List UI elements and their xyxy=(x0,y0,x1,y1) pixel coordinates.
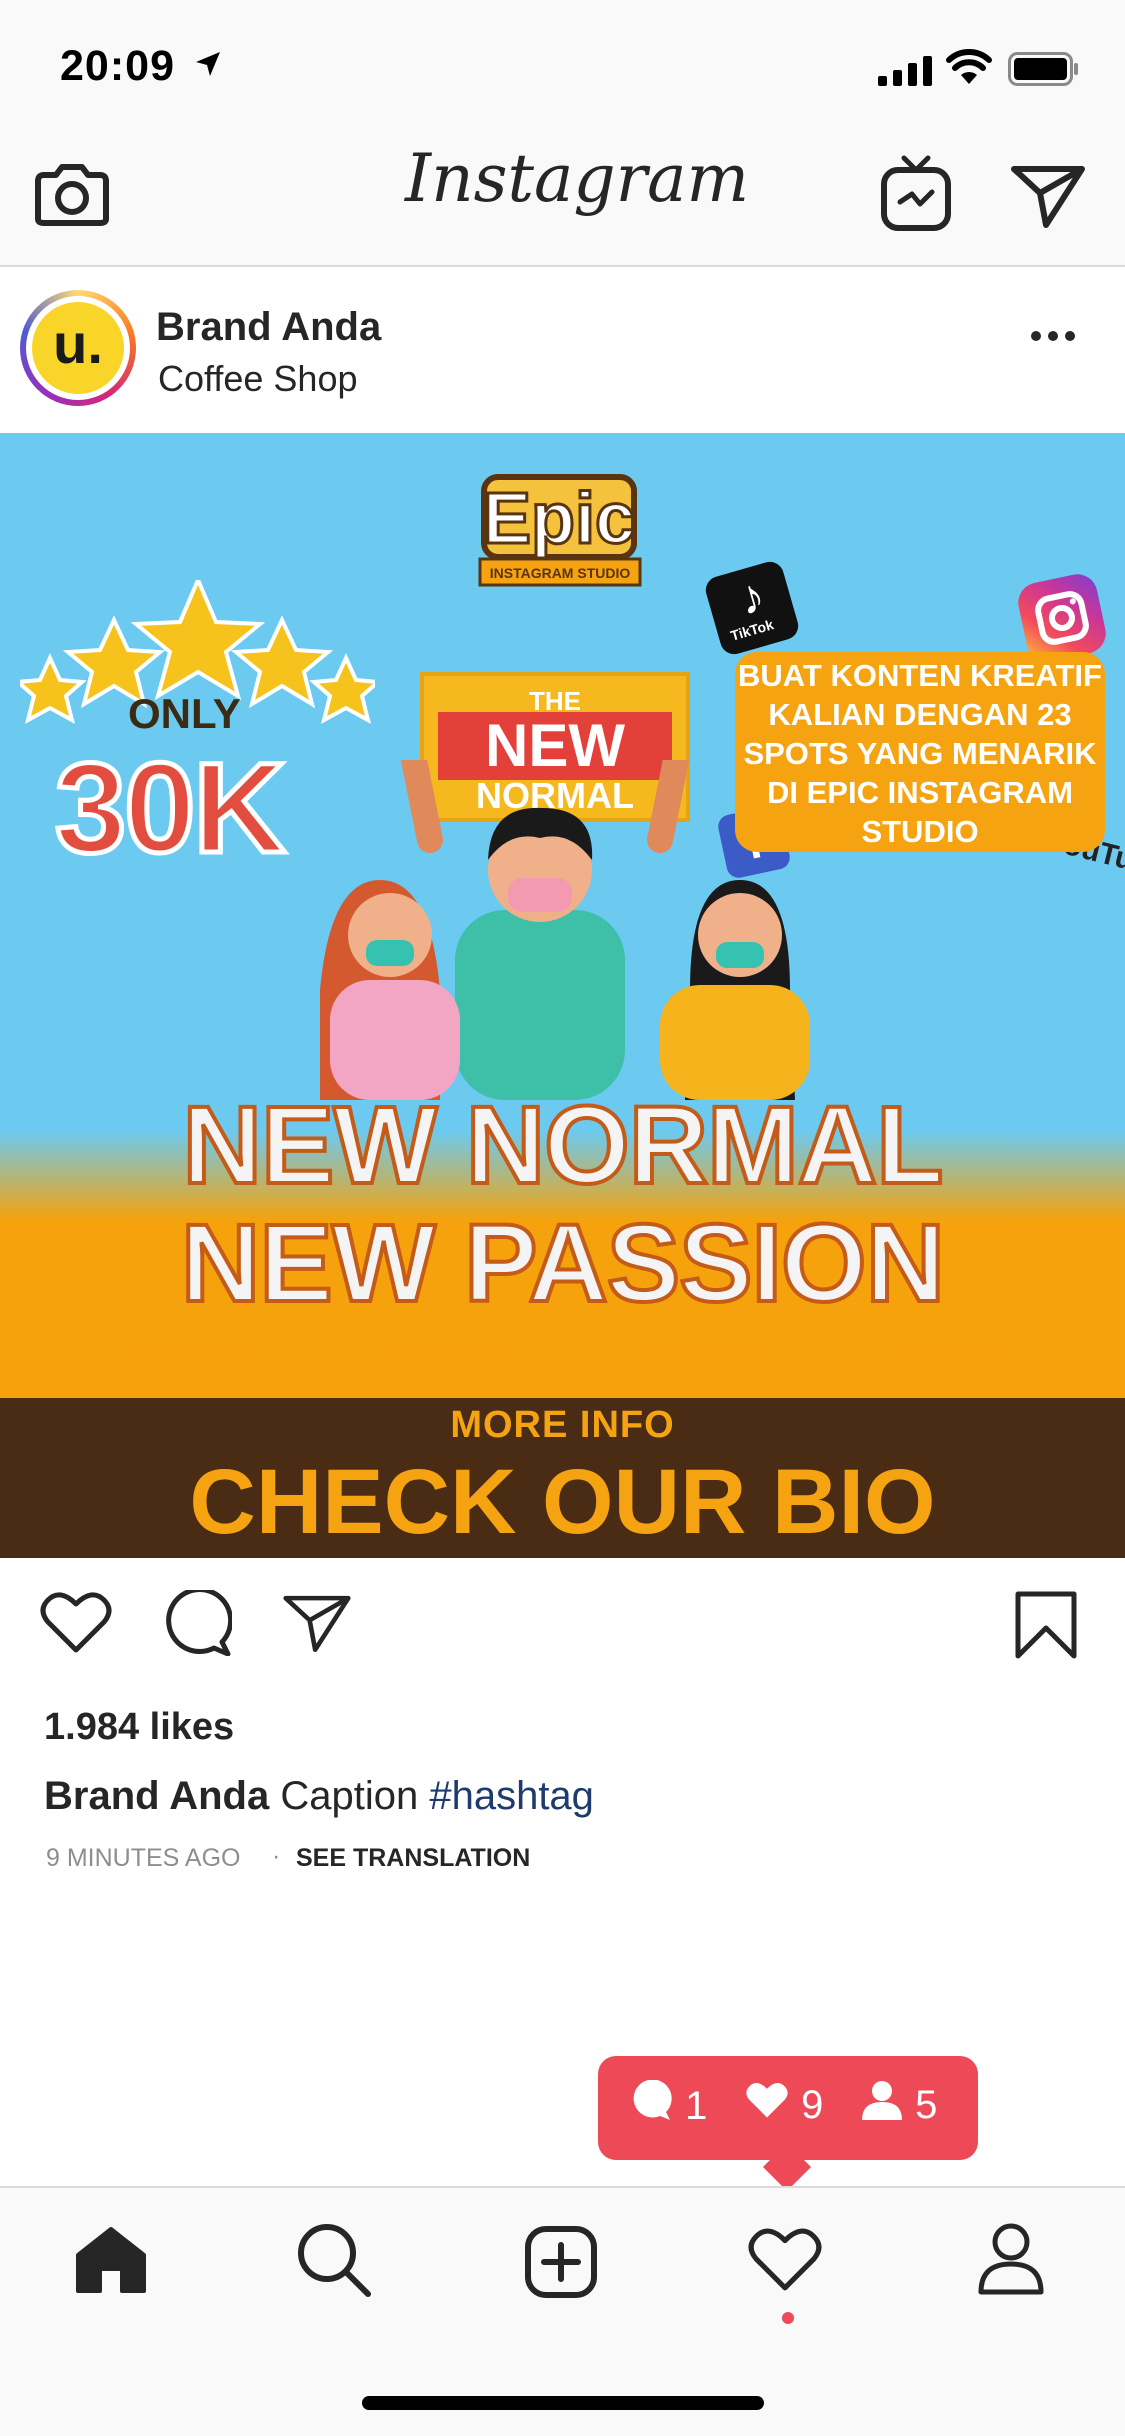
post-timestamp: 9 MINUTES AGO xyxy=(46,1844,241,1872)
epic-logo: Epic INSTAGRAM STUDIO xyxy=(478,474,642,587)
activity-icon[interactable] xyxy=(748,2226,822,2292)
activity-likes-count: 9 xyxy=(801,2082,824,2127)
comment-icon[interactable] xyxy=(162,1590,232,1656)
share-icon[interactable] xyxy=(282,1592,352,1654)
cellular-signal-icon xyxy=(878,56,932,86)
profile-icon[interactable] xyxy=(976,2222,1046,2296)
activity-likes: 9 xyxy=(744,2080,823,2136)
comment-bubble-icon xyxy=(630,2079,674,2132)
headline-line-1: NEW NORMAL xyxy=(181,1082,946,1209)
activity-comments-count: 1 xyxy=(685,2083,708,2128)
headline-line-2: NEW PASSION xyxy=(179,1200,947,1327)
epic-logo-subtext: INSTAGRAM STUDIO xyxy=(490,565,631,581)
search-icon[interactable] xyxy=(296,2222,372,2298)
price-label: 30K xyxy=(53,735,289,883)
see-translation-link[interactable]: SEE TRANSLATION xyxy=(296,1844,530,1873)
avatar[interactable]: u. xyxy=(32,302,124,394)
home-icon[interactable] xyxy=(74,2225,148,2295)
more-info-text: MORE INFO xyxy=(450,1404,675,1446)
promo-text: BUAT KONTEN KREATIF KALIAN DENGAN 23 SPO… xyxy=(738,658,1102,849)
post-subtitle[interactable]: Coffee Shop xyxy=(158,358,358,400)
cta-text: CHECK OUR BIO xyxy=(189,1451,936,1553)
igtv-icon[interactable] xyxy=(880,154,952,232)
location-arrow-icon xyxy=(196,52,220,76)
epic-logo-text: Epic xyxy=(483,479,635,559)
new-post-icon[interactable] xyxy=(524,2225,598,2299)
caption-username[interactable]: Brand Anda xyxy=(44,1774,269,1818)
direct-message-icon[interactable] xyxy=(1010,163,1086,229)
person-icon xyxy=(860,2080,904,2130)
more-options-icon[interactable] xyxy=(1030,330,1076,342)
like-heart-icon[interactable] xyxy=(40,1590,112,1654)
activity-comments: 1 xyxy=(630,2079,708,2136)
heart-filled-icon xyxy=(744,2080,790,2130)
price-prefix: ONLY xyxy=(128,690,241,737)
post-username[interactable]: Brand Anda xyxy=(156,305,381,350)
home-indicator[interactable] xyxy=(362,2396,764,2410)
save-bookmark-icon[interactable] xyxy=(1014,1590,1078,1660)
caption-hashtag[interactable]: #hashtag xyxy=(429,1774,594,1818)
instagram-logo: Instagram xyxy=(405,140,750,217)
timestamp-separator: · xyxy=(272,1842,281,1870)
activity-follows: 5 xyxy=(860,2080,937,2136)
likes-count[interactable]: 1.984 likes xyxy=(44,1706,234,1749)
activity-notification-dot xyxy=(782,2312,794,2324)
status-time: 20:09 xyxy=(60,42,175,90)
camera-icon[interactable] xyxy=(34,163,110,227)
post-caption: Brand Anda Caption #hashtag xyxy=(44,1774,594,1819)
battery-icon xyxy=(1008,52,1078,86)
caption-text: Caption xyxy=(280,1774,419,1818)
activity-follows-count: 5 xyxy=(915,2082,938,2127)
wifi-icon xyxy=(946,49,992,84)
